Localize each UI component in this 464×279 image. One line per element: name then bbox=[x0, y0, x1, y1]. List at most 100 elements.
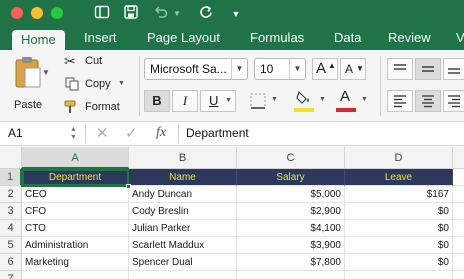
table-cell[interactable]: CTO bbox=[22, 220, 129, 237]
font-color-button[interactable]: A ▼ bbox=[334, 88, 370, 114]
row-header-7[interactable]: 7 bbox=[0, 271, 22, 279]
select-all-button[interactable] bbox=[0, 147, 22, 169]
header-cell[interactable]: Leave bbox=[345, 169, 453, 186]
undo-icon[interactable] bbox=[151, 4, 171, 24]
table-cell[interactable]: $0 bbox=[345, 220, 453, 237]
empty-cell[interactable] bbox=[129, 271, 237, 279]
row-header-1[interactable]: 1 bbox=[0, 169, 22, 186]
align-middle-button[interactable] bbox=[415, 58, 441, 80]
header-cell[interactable]: Department bbox=[22, 169, 129, 186]
paste-button[interactable]: ▼ Paste bbox=[10, 56, 50, 116]
insert-function-button[interactable]: fx bbox=[156, 125, 166, 141]
bold-button[interactable]: B bbox=[144, 90, 170, 112]
paste-dropdown-icon[interactable]: ▼ bbox=[42, 68, 50, 77]
empty-cell[interactable] bbox=[237, 271, 345, 279]
zoom-window-button[interactable] bbox=[51, 7, 63, 19]
table-cell[interactable]: Administration bbox=[22, 237, 129, 254]
tab-page-layout[interactable]: Page Layout bbox=[138, 28, 229, 50]
row-header-3[interactable]: 3 bbox=[0, 203, 22, 220]
tab-view[interactable]: V bbox=[447, 28, 464, 50]
format-painter-button[interactable]: Format bbox=[64, 99, 134, 117]
tab-review[interactable]: Review bbox=[379, 28, 440, 50]
chevron-down-icon[interactable]: ▼ bbox=[361, 96, 368, 103]
font-name-field[interactable]: Microsoft Sa... ▼ bbox=[144, 58, 248, 80]
table-cell[interactable]: $4,100 bbox=[237, 220, 345, 237]
column-header-d[interactable]: D bbox=[345, 147, 453, 169]
empty-cell[interactable] bbox=[453, 254, 464, 271]
underline-button[interactable]: U ▼ bbox=[200, 90, 236, 112]
font-size-field[interactable]: 10 ▼ bbox=[254, 58, 306, 80]
tab-formulas[interactable]: Formulas bbox=[241, 28, 313, 50]
sidebar-icon[interactable] bbox=[92, 4, 112, 24]
cut-button[interactable]: ✂ Cut bbox=[64, 53, 134, 71]
row-header-2[interactable]: 2 bbox=[0, 186, 22, 203]
table-cell[interactable]: Andy Duncan bbox=[129, 186, 237, 203]
empty-cell[interactable] bbox=[453, 203, 464, 220]
table-cell[interactable]: $0 bbox=[345, 203, 453, 220]
undo-dropdown-icon[interactable]: ▼ bbox=[171, 4, 183, 24]
align-left-button[interactable] bbox=[387, 90, 413, 112]
column-header-next[interactable] bbox=[453, 147, 464, 169]
fill-color-button[interactable]: ▼ bbox=[292, 88, 328, 114]
table-cell[interactable]: $3,900 bbox=[237, 237, 345, 254]
empty-cell[interactable] bbox=[453, 186, 464, 203]
align-center-button[interactable] bbox=[415, 90, 441, 112]
empty-cell[interactable] bbox=[453, 220, 464, 237]
table-cell[interactable]: Cody Breslin bbox=[129, 203, 237, 220]
close-window-button[interactable] bbox=[11, 7, 23, 19]
header-cell[interactable]: Name bbox=[129, 169, 237, 186]
column-header-b[interactable]: B bbox=[129, 147, 237, 169]
row-header-6[interactable]: 6 bbox=[0, 254, 22, 271]
tab-insert[interactable]: Insert bbox=[75, 28, 126, 50]
table-cell[interactable]: $5,000 bbox=[237, 186, 345, 203]
copy-button[interactable]: Copy ▼ bbox=[64, 76, 134, 94]
copy-dropdown-icon[interactable]: ▼ bbox=[118, 80, 125, 87]
table-cell[interactable]: $0 bbox=[345, 237, 453, 254]
formula-input[interactable]: Department bbox=[186, 122, 249, 145]
chevron-down-icon[interactable]: ▼ bbox=[225, 91, 232, 111]
tab-data[interactable]: Data bbox=[325, 28, 370, 50]
table-cell[interactable]: $0 bbox=[345, 254, 453, 271]
chevron-down-icon[interactable]: ▼ bbox=[231, 59, 247, 79]
save-icon[interactable] bbox=[121, 4, 141, 24]
borders-button[interactable]: ▼ bbox=[246, 90, 282, 112]
enter-icon[interactable]: ✓ bbox=[125, 124, 138, 142]
row-header-4[interactable]: 4 bbox=[0, 220, 22, 237]
italic-button[interactable]: I bbox=[172, 90, 198, 112]
align-top-button[interactable] bbox=[387, 58, 413, 80]
empty-cell[interactable] bbox=[453, 271, 464, 279]
chevron-down-icon[interactable]: ▼ bbox=[319, 96, 326, 103]
name-box-stepper-icon[interactable]: ▲ ▼ bbox=[70, 126, 77, 142]
row-header-5[interactable]: 5 bbox=[0, 237, 22, 254]
increase-font-size-button[interactable]: A ▲ bbox=[312, 58, 338, 80]
tab-home[interactable]: Home bbox=[12, 30, 65, 50]
fill-handle[interactable] bbox=[126, 184, 131, 189]
table-cell[interactable]: CEO bbox=[22, 186, 129, 203]
align-bottom-button[interactable] bbox=[443, 58, 464, 80]
customize-toolbar-icon[interactable]: ▼ bbox=[229, 4, 243, 24]
redo-icon[interactable] bbox=[196, 4, 216, 24]
empty-cell[interactable] bbox=[22, 271, 129, 279]
header-cell[interactable]: Salary bbox=[237, 169, 345, 186]
column-header-c[interactable]: C bbox=[237, 147, 345, 169]
align-right-button[interactable] bbox=[443, 90, 464, 112]
minimize-window-button[interactable] bbox=[31, 7, 43, 19]
chevron-down-icon[interactable]: ▼ bbox=[289, 59, 305, 79]
empty-cell[interactable] bbox=[453, 237, 464, 254]
table-cell[interactable]: Marketing bbox=[22, 254, 129, 271]
font-color-glyph: A bbox=[340, 88, 351, 105]
empty-cell[interactable] bbox=[345, 271, 453, 279]
table-cell[interactable]: $2,900 bbox=[237, 203, 345, 220]
table-cell[interactable]: CFO bbox=[22, 203, 129, 220]
decrease-font-size-button[interactable]: A ▼ bbox=[340, 58, 366, 80]
table-cell[interactable]: Scarlett Maddux bbox=[129, 237, 237, 254]
table-cell[interactable]: $7,800 bbox=[237, 254, 345, 271]
chevron-down-icon[interactable]: ▼ bbox=[271, 96, 278, 103]
ribbon-home: ▼ Paste ✂ Cut Copy ▼ Format Microsoft Sa… bbox=[0, 50, 464, 122]
cancel-icon[interactable]: ✕ bbox=[96, 124, 109, 142]
table-cell[interactable]: Spencer Dual bbox=[129, 254, 237, 271]
table-cell[interactable]: $167 bbox=[345, 186, 453, 203]
column-header-a[interactable]: A bbox=[22, 147, 129, 169]
empty-cell[interactable] bbox=[453, 169, 464, 186]
table-cell[interactable]: Julian Parker bbox=[129, 220, 237, 237]
